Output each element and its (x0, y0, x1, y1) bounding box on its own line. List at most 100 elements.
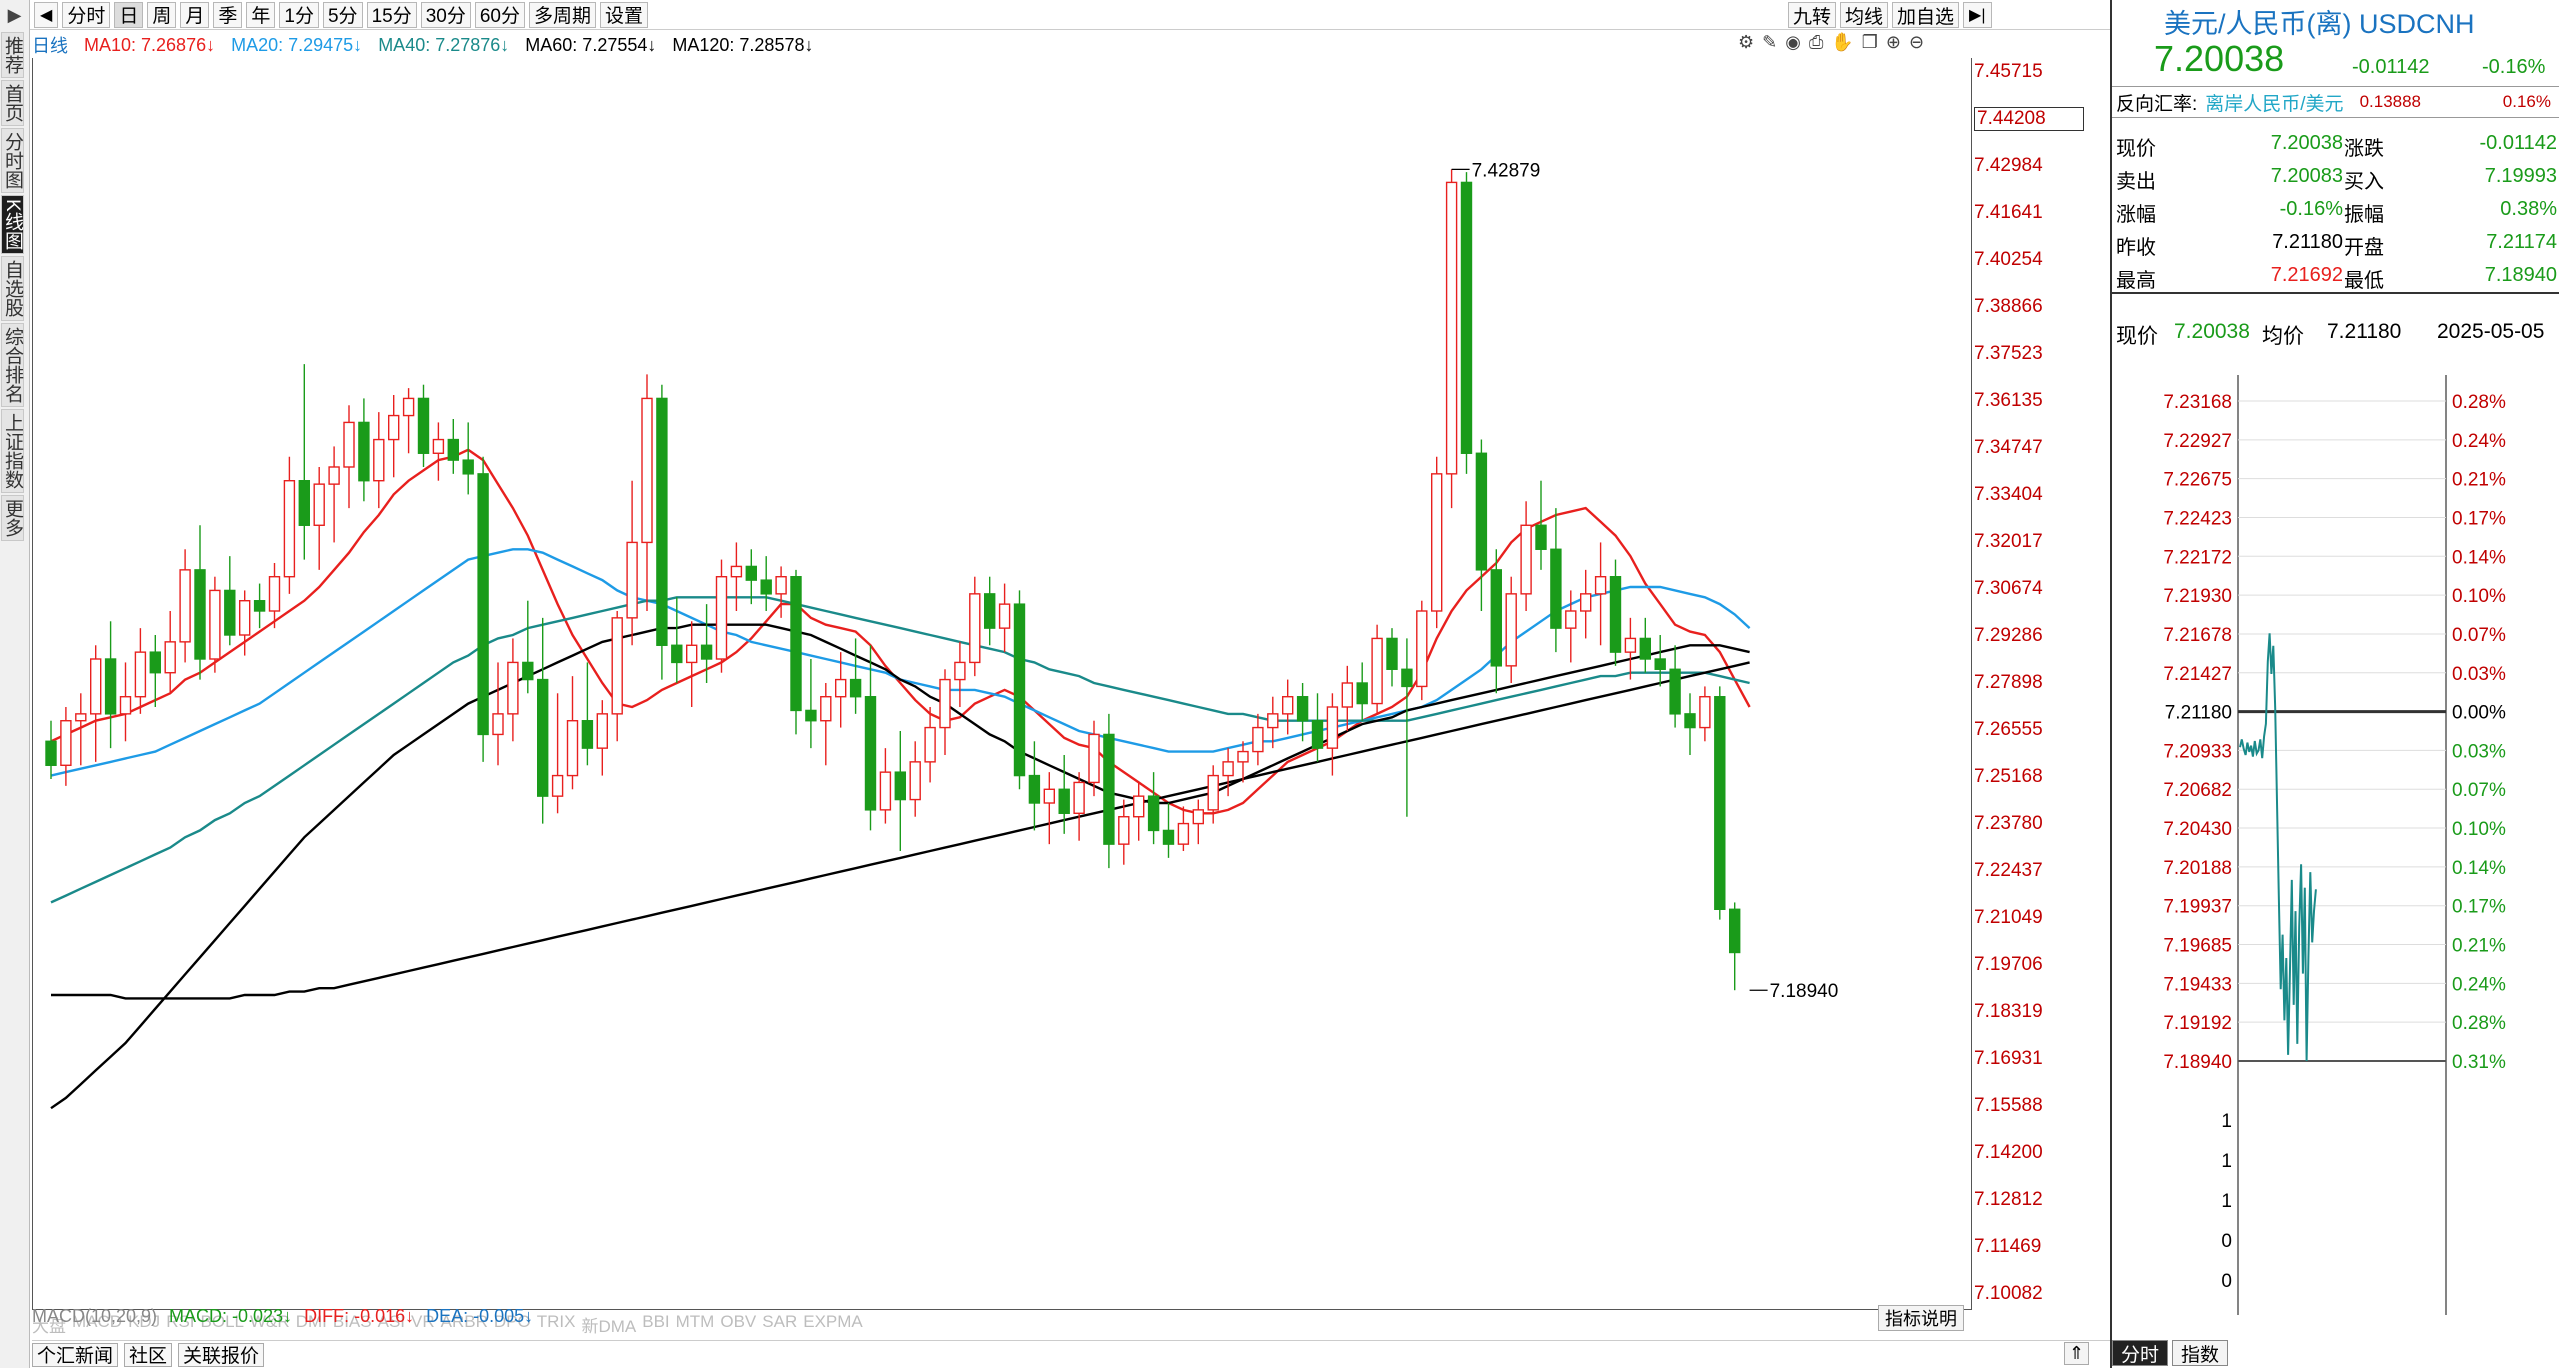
intraday-chart[interactable]: 7.23168 0.28% 7.22927 0.24% 7.22675 0.21% 7.22… (2112, 375, 2559, 1315)
period-button-7[interactable]: 5分 (322, 1, 363, 28)
price-tick: 7.21049 (1974, 907, 2043, 928)
hand-icon[interactable]: ✋ (1831, 32, 1853, 53)
mini-price-tick: 7.18940 (2163, 1052, 2232, 1073)
candle-body (671, 644, 683, 664)
toolbar-right-button-2[interactable]: 加自选 (1892, 2, 1960, 28)
ma-legend-item: 日线 (32, 36, 68, 56)
nav-back-icon[interactable]: ◀ (34, 1, 59, 28)
candle (1609, 559, 1622, 666)
period-button-0[interactable]: 分时 (62, 1, 111, 28)
candle (596, 700, 608, 776)
zoom-out-icon[interactable]: ⊖ (1909, 32, 1924, 53)
period-button-2[interactable]: 周 (147, 1, 177, 28)
candle-body (1118, 816, 1130, 845)
candle (1654, 634, 1666, 687)
indicator-tab[interactable]: MTM (676, 1312, 715, 1336)
mini-pct-tick: 0.03% (2452, 741, 2506, 762)
candle-body (1535, 524, 1547, 550)
candle-body (775, 576, 787, 595)
mini-pct-tick: 0.21% (2452, 936, 2506, 957)
candle (1043, 772, 1055, 845)
nav-item-0[interactable]: 推荐 (1, 32, 24, 78)
candle-body (626, 541, 638, 619)
period-button-8[interactable]: 15分 (366, 1, 417, 28)
nav-item-5[interactable]: 综合排名 (1, 322, 24, 407)
candle-body (268, 576, 281, 612)
mini-pct-tick: 0.28% (2452, 1013, 2506, 1034)
candle-body (1222, 761, 1234, 777)
candle-body (1177, 822, 1190, 845)
candle-body (656, 397, 668, 646)
candle (1118, 799, 1130, 865)
candle-body (1058, 788, 1070, 814)
period-button-10[interactable]: 60分 (474, 1, 525, 28)
summary-avg-label: 均价 (2262, 325, 2304, 348)
candle-body (537, 678, 549, 797)
intraday-chart-svg[interactable]: 7.23168 0.28% 7.22927 0.24% 7.22675 0.21% 7.22… (2112, 375, 2559, 1315)
eye-icon[interactable]: ◉ (1785, 32, 1801, 53)
reverse-rate-row: 反向汇率: 离岸人民币/美元 0.13888 0.16% (2112, 86, 2559, 118)
candle (1147, 772, 1160, 845)
period-button-6[interactable]: 1分 (279, 1, 319, 28)
price-tick: 7.18319 (1974, 1001, 2043, 1022)
nav-item-6[interactable]: 上证指数 (1, 408, 24, 493)
candle-body (566, 720, 579, 777)
indicator-tab[interactable]: OBV (720, 1312, 756, 1336)
price-change-pct: -0.16% (2482, 56, 2546, 78)
period-button-3[interactable]: 月 (180, 1, 210, 28)
period-button-9[interactable]: 30分 (420, 1, 471, 28)
period-button-12[interactable]: 设置 (600, 1, 649, 28)
nav-item-4[interactable]: 自选股 (1, 255, 24, 321)
bottom-tab-1[interactable]: 社区 (124, 1342, 173, 1367)
scroll-up-button[interactable]: ⇑ (2064, 1342, 2090, 1365)
nav-item-3[interactable]: K线图 (1, 195, 24, 254)
bottom-tab-2[interactable]: 关联报价 (178, 1342, 265, 1367)
period-button-11[interactable]: 多周期 (528, 1, 596, 28)
bottom-tab-0[interactable]: 个汇新闻 (32, 1342, 119, 1367)
nav-expand-icon[interactable]: ▶ (0, 0, 29, 30)
toolbar-right-button-1[interactable]: 均线 (1840, 2, 1889, 28)
nav-item-1[interactable]: 首页 (1, 80, 24, 126)
settings-icon[interactable]: ⚙ (1738, 32, 1754, 53)
toolbar-right-button-0[interactable]: 九转 (1788, 2, 1837, 28)
mini-price-tick: 7.19937 (2163, 897, 2232, 918)
indicator-tab[interactable]: SAR (762, 1312, 797, 1336)
period-button-1[interactable]: 日 (114, 1, 144, 28)
reverse-rate-pair[interactable]: 离岸人民币/美元 (2205, 89, 2343, 116)
candle-body (417, 397, 430, 454)
candle-body (805, 709, 817, 722)
indicator-tab[interactable]: 新DMA (581, 1312, 636, 1336)
macd-label: DIFF: -0.016↓ (304, 1305, 415, 1326)
edit-icon[interactable]: ✎ (1762, 32, 1777, 53)
nav-forward-icon[interactable]: ▶| (1963, 2, 1992, 28)
indicator-tab[interactable]: TRIX (537, 1312, 576, 1336)
price-axis: 7.45715 7.44208 7.42984 7.41641 7.40254 7.388… (1974, 58, 2104, 1318)
copy-icon[interactable]: ❐ (1862, 32, 1878, 53)
candle (1624, 617, 1637, 680)
candle-body (1252, 726, 1264, 753)
zoom-in-icon[interactable]: ⊕ (1886, 32, 1901, 53)
panel-bottom-tabs: 分时 指数 (2112, 1340, 2229, 1366)
mini-price-tick: 7.22423 (2163, 508, 2232, 529)
nav-item-2[interactable]: 分时图 (1, 128, 24, 193)
candle (1430, 456, 1443, 629)
panel-tab-0[interactable]: 分时 (2112, 1340, 2169, 1366)
indicator-tab[interactable]: EXPMA (803, 1312, 863, 1336)
mini-price-tick: 7.23168 (2163, 392, 2232, 413)
candle-body (909, 761, 921, 801)
candle (894, 731, 906, 852)
print-icon[interactable]: ⎙ (1809, 32, 1823, 53)
panel-tab-1[interactable]: 指数 (2172, 1340, 2229, 1366)
candle-body (1267, 713, 1279, 729)
candle-body (700, 644, 713, 660)
quote-label: 开盘 (2344, 237, 2384, 259)
period-button-5[interactable]: 年 (246, 1, 276, 28)
mini-price-tick: 7.20933 (2163, 741, 2232, 762)
kline-chart[interactable]: 7.42879 7.18940 (32, 58, 1972, 1310)
kline-chart-svg[interactable]: 7.42879 7.18940 (33, 58, 1973, 1310)
period-button-4[interactable]: 季 (213, 1, 243, 28)
nav-item-7[interactable]: 更多 (1, 494, 24, 541)
indicator-help-button[interactable]: 指标说明 (1878, 1305, 1964, 1331)
candle-body (1669, 668, 1681, 715)
indicator-tab[interactable]: BBI (642, 1312, 669, 1336)
